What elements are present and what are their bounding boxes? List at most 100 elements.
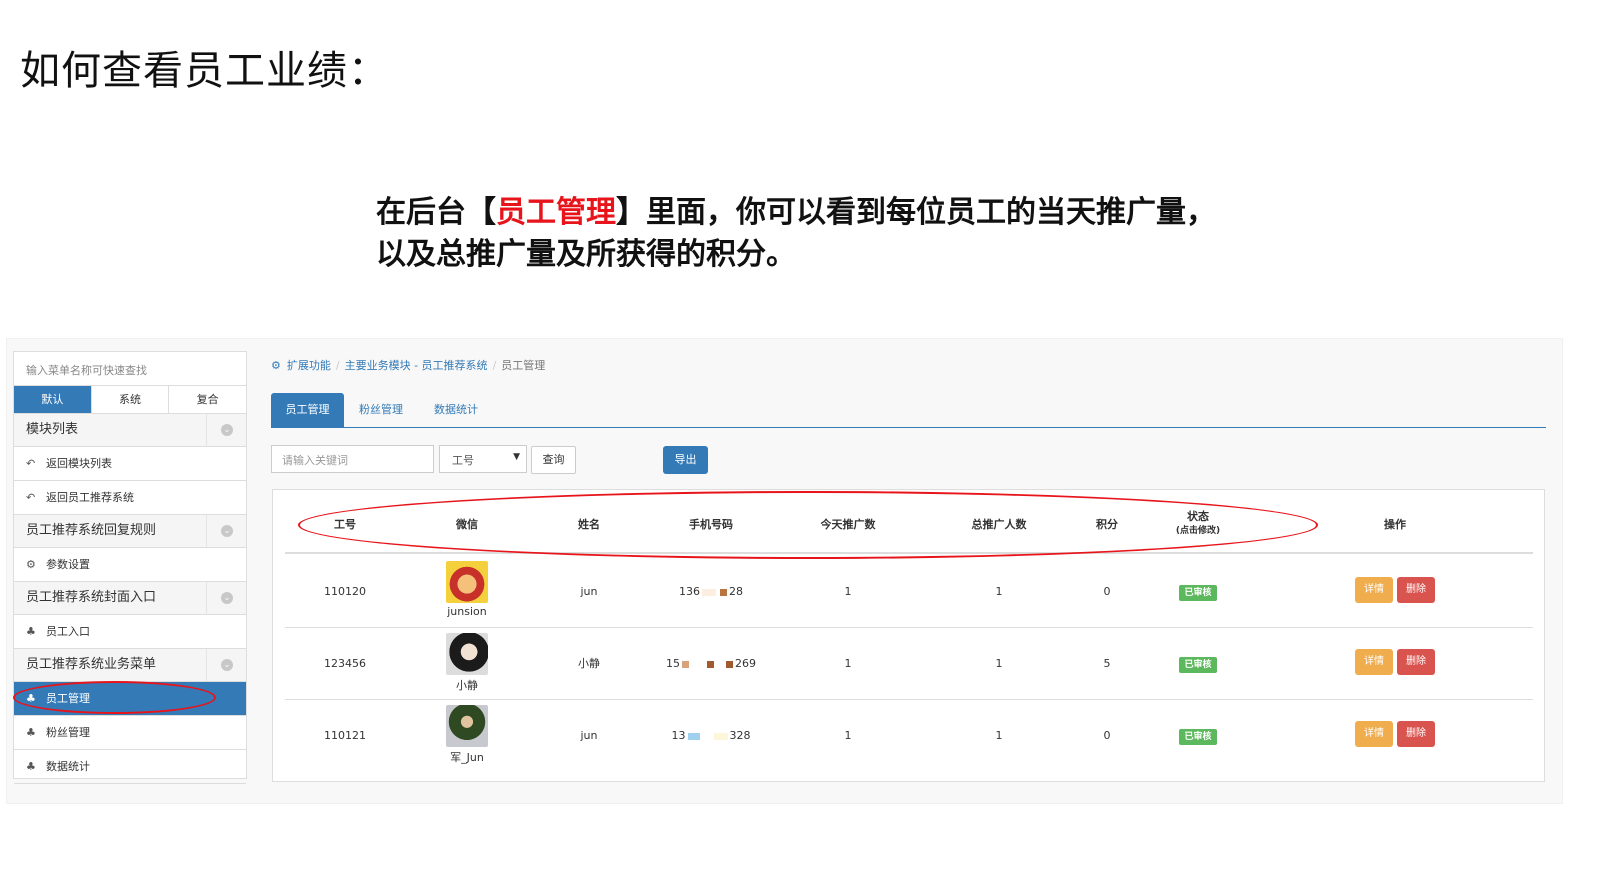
cell-status: 已审核 (1153, 628, 1243, 700)
sidebar-item-label: 返回模块列表 (46, 457, 112, 470)
phone-end: 28 (729, 585, 743, 598)
phone-end: 328 (729, 729, 751, 742)
query-button[interactable]: 查询 (531, 446, 576, 474)
status-badge[interactable]: 已审核 (1179, 729, 1217, 745)
tab-statistics[interactable]: 数据统计 (434, 393, 478, 427)
chevron-down-icon: ⌄ (221, 659, 233, 671)
cell-points: 0 (1103, 585, 1111, 598)
sidebar-item-label: 数据统计 (46, 760, 90, 773)
collapse-toggle[interactable]: ⌄ (206, 649, 246, 681)
sidebar-group-label: 模块列表 (26, 422, 79, 437)
sidebar-item-settings[interactable]: ⚙ 参数设置 (14, 548, 246, 582)
sidebar-group-business-menu[interactable]: 员工推荐系统业务菜单 ⌄ (14, 649, 246, 682)
sidebar-tab-system[interactable]: 系统 (92, 386, 170, 413)
cell-total: 1 (995, 729, 1003, 742)
sidebar-group-label: 员工推荐系统业务菜单 (26, 657, 157, 672)
breadcrumb-link-module[interactable]: 主要业务模块 - 员工推荐系统 (345, 359, 488, 372)
sidebar-item-fans-management[interactable]: ♣ 粉丝管理 (14, 716, 246, 750)
collapse-toggle[interactable]: ⌄ (206, 515, 246, 547)
sidebar-group-label: 员工推荐系统回复规则 (26, 523, 157, 538)
collapse-toggle[interactable]: ⌄ (206, 414, 246, 446)
detail-button[interactable]: 详情 (1355, 649, 1393, 675)
cell-phone: 136 28 (661, 556, 761, 628)
cell-today: 1 (844, 657, 852, 670)
staff-table: 工号 微信 姓名 手机号码 今天推广数 总推广人数 积分 状态 (点击修改) 操作… (272, 489, 1545, 782)
cell-wechat: 小静 (427, 628, 507, 700)
sidebar-tab-composite[interactable]: 复合 (169, 386, 246, 413)
caption-line-2: 以及总推广量及所获得的积分。 (376, 237, 796, 272)
cell-points: 0 (1103, 729, 1111, 742)
avatar (446, 561, 488, 603)
select-value: 工号 (452, 454, 474, 467)
cell-phone: 15 269 (661, 628, 761, 700)
redaction-mask (687, 732, 700, 740)
sidebar-item-return-system[interactable]: ↶ 返回员工推荐系统 (14, 481, 246, 515)
phone-start: 13 (671, 729, 686, 742)
main-content: ⚙ 扩展功能 / 主要业务模块 - 员工推荐系统 / 员工管理 员工管理 粉丝管理 数据统… (271, 339, 1551, 803)
collapse-toggle[interactable]: ⌄ (206, 582, 246, 614)
menu-search-input[interactable]: 输入菜单名称可快速查找 (14, 352, 246, 386)
detail-button[interactable]: 详情 (1355, 577, 1393, 603)
wechat-name: 军_Jun (450, 751, 484, 764)
redaction-mask (702, 588, 716, 596)
keyword-search-input[interactable]: 请输入关键词 (271, 445, 434, 473)
breadcrumb: ⚙ 扩展功能 / 主要业务模块 - 员工推荐系统 / 员工管理 (271, 357, 545, 373)
chevron-down-icon: ⌄ (221, 424, 233, 436)
sidebar-item-staff-entry[interactable]: ♣ 员工入口 (14, 615, 246, 649)
annotation-ellipse-header (298, 491, 1318, 559)
sidebar-tabs: 默认 系统 复合 (14, 386, 246, 414)
export-button[interactable]: 导出 (663, 446, 708, 474)
cell-id: 110121 (324, 729, 366, 742)
avatar (446, 705, 488, 747)
sitemap-icon: ♣ (26, 726, 36, 739)
sidebar-item-return-modules[interactable]: ↶ 返回模块列表 (14, 447, 246, 481)
status-badge[interactable]: 已审核 (1179, 585, 1217, 601)
reply-icon: ↶ (26, 491, 36, 504)
sidebar-item-label: 参数设置 (46, 558, 90, 571)
sidebar-group-reply-rules[interactable]: 员工推荐系统回复规则 ⌄ (14, 515, 246, 548)
wechat-name: 小静 (456, 679, 478, 692)
search-field-select[interactable]: 工号 ▼ (439, 445, 527, 473)
cell-name: jun (580, 729, 598, 742)
caption-highlight: 员工管理 (496, 195, 616, 230)
cell-name: jun (580, 585, 598, 598)
caption: 在后台【员工管理】里面，你可以看到每位员工的当天推广量， 以及总推广量及所获得的… (376, 192, 1216, 276)
table-row: 110121 军_Jun jun 13 328 1 1 0 已审核 详情 删除 (285, 700, 1533, 772)
sidebar-group-module-list[interactable]: 模块列表 ⌄ (14, 414, 246, 447)
redaction-mask (718, 660, 722, 668)
sidebar-group-label: 员工推荐系统封面入口 (26, 590, 157, 605)
avatar (446, 633, 488, 675)
delete-button[interactable]: 删除 (1397, 649, 1435, 675)
tab-bar: 员工管理 粉丝管理 数据统计 (271, 393, 1546, 428)
sidebar: 输入菜单名称可快速查找 默认 系统 复合 模块列表 ⌄ ↶ 返回模块列表 ↶ 返回员… (13, 351, 247, 784)
cell-name: 小静 (578, 657, 600, 670)
sidebar-item-label: 返回员工推荐系统 (46, 491, 134, 504)
sitemap-icon: ♣ (26, 625, 36, 638)
chevron-down-icon: ⌄ (221, 525, 233, 537)
chevron-down-icon: ⌄ (221, 592, 233, 604)
header-actions: 操作 (1384, 518, 1406, 531)
table-row: 123456 小静 小静 15 269 1 1 5 已审核 详情 删除 (285, 628, 1533, 700)
caret-down-icon: ▼ (513, 452, 520, 462)
annotation-ellipse-sidebar (13, 681, 216, 714)
status-badge[interactable]: 已审核 (1179, 657, 1217, 673)
tab-fans-management[interactable]: 粉丝管理 (359, 393, 403, 427)
sidebar-group-cover-entry[interactable]: 员工推荐系统封面入口 ⌄ (14, 582, 246, 615)
redaction-mask (720, 588, 727, 596)
cell-wechat: 军_Jun (427, 700, 507, 772)
tab-staff-management[interactable]: 员工管理 (271, 393, 344, 427)
breadcrumb-separator: / (492, 359, 497, 372)
detail-button[interactable]: 详情 (1355, 721, 1393, 747)
redaction-mask (707, 660, 714, 668)
delete-button[interactable]: 删除 (1397, 721, 1435, 747)
redaction-mask (703, 732, 710, 740)
breadcrumb-link-extensions[interactable]: 扩展功能 (287, 359, 331, 372)
cell-status: 已审核 (1153, 556, 1243, 628)
delete-button[interactable]: 删除 (1397, 577, 1435, 603)
breadcrumb-current: 员工管理 (501, 359, 546, 372)
sidebar-item-statistics[interactable]: ♣ 数据统计 (14, 750, 246, 784)
sidebar-tab-default[interactable]: 默认 (14, 386, 92, 413)
redaction-mask (713, 732, 728, 740)
breadcrumb-separator: / (335, 359, 340, 372)
gears-icon: ⚙ (271, 359, 281, 372)
